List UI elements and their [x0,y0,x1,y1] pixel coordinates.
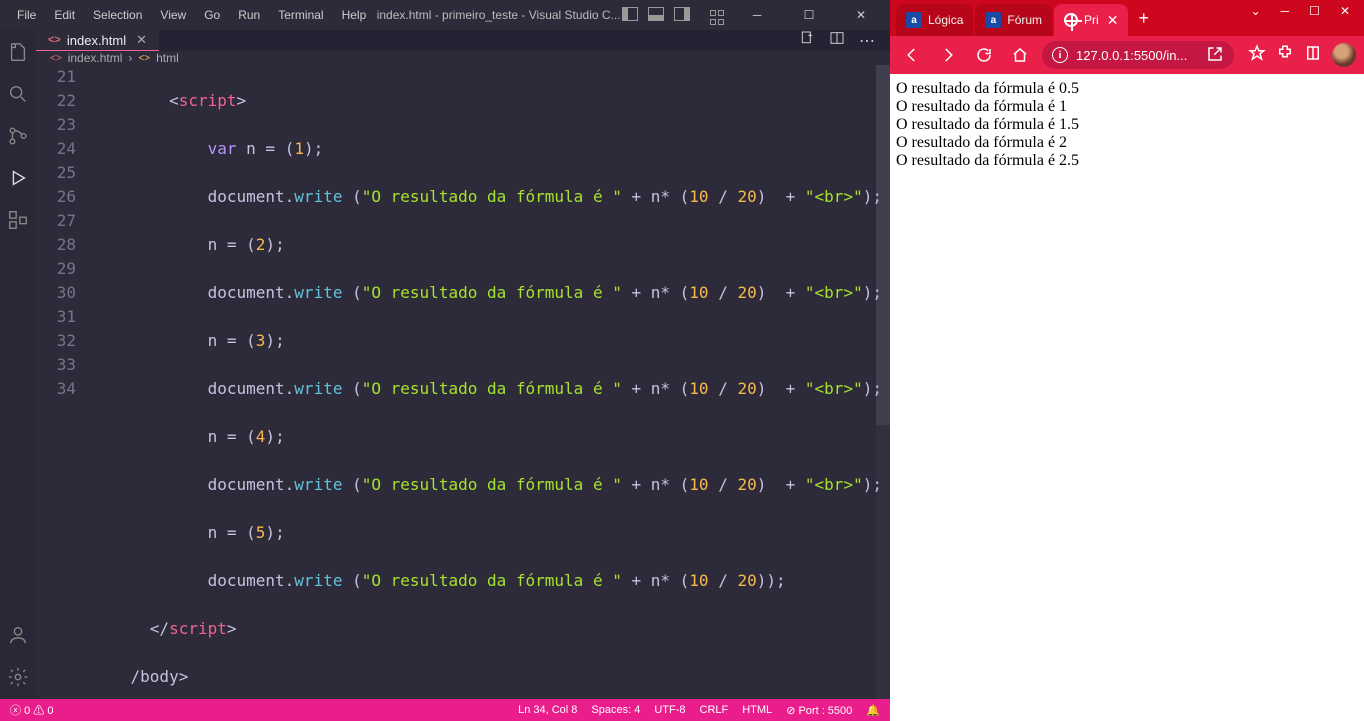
toolbar-right [1242,43,1356,67]
code-body[interactable]: <script> var n = (1); document.write ("O… [92,65,890,699]
menu-edit[interactable]: Edit [45,4,84,26]
tab-label: Pri [1084,13,1099,27]
search-icon[interactable] [6,82,30,106]
status-port[interactable]: ⊘ Port : 5500 [786,704,852,717]
site-info-icon[interactable]: i [1052,47,1068,63]
vscode-window: File Edit Selection View Go Run Terminal… [0,0,890,721]
status-encoding[interactable]: UTF-8 [654,704,685,716]
status-errors[interactable]: ⓧ 0 ⚠ 0 [10,702,53,718]
page-content: O resultado da fórmula é 0.5 O resultado… [890,74,1364,721]
url-text: 127.0.0.1:5500/in... [1076,48,1187,63]
reading-list-icon[interactable] [1304,44,1322,67]
symbol-icon: <> [138,53,150,64]
minimap-thumb[interactable] [876,65,890,425]
split-editor-icon[interactable] [829,30,845,51]
browser-tab-3[interactable]: Pri ✕ [1054,4,1128,36]
tab-label: Lógica [928,13,963,27]
chevron-down-icon[interactable]: ⌄ [1251,4,1261,18]
back-button[interactable] [898,41,926,69]
browser-tab-1[interactable]: a Lógica [896,4,973,36]
menu-view[interactable]: View [151,4,195,26]
address-bar[interactable]: i 127.0.0.1:5500/in... [1042,41,1234,69]
new-file-icon[interactable] [799,30,815,51]
accounts-icon[interactable] [6,623,30,647]
minimize-button[interactable]: ─ [1281,4,1290,18]
new-tab-button[interactable]: + [1128,8,1159,29]
browser-window: a Lógica a Fórum Pri ✕ + ⌄ ─ ☐ ✕ i 127.0… [890,0,1364,721]
output-line: O resultado da fórmula é 2.5 [896,152,1358,170]
editor-group: <> index.html ✕ ⋯ <> index.html › <> htm… [36,30,890,699]
reload-button[interactable] [970,41,998,69]
maximize-button[interactable]: ☐ [788,1,830,29]
extensions-icon[interactable] [1276,44,1294,67]
close-button[interactable]: ✕ [1340,4,1350,18]
browser-tab-strip: a Lógica a Fórum Pri ✕ + ⌄ ─ ☐ ✕ [890,0,1364,36]
explorer-icon[interactable] [6,40,30,64]
browser-tab-2[interactable]: a Fórum [975,4,1052,36]
breadcrumb-symbol: html [156,51,179,65]
favicon-a-icon: a [906,12,922,28]
output-line: O resultado da fórmula é 0.5 [896,80,1358,98]
status-ln-col[interactable]: Ln 34, Col 8 [518,704,577,716]
favicon-globe-icon [1064,13,1078,27]
layout-left-icon[interactable] [622,7,638,24]
tab-close-icon[interactable]: ✕ [1107,12,1119,29]
layout-right-icon[interactable] [674,7,690,24]
maximize-button[interactable]: ☐ [1309,4,1320,18]
editor-tab-row: <> index.html ✕ ⋯ [36,30,890,51]
output-line: O resultado da fórmula é 1.5 [896,116,1358,134]
window-title: index.html - primeiro_teste - Visual Stu… [375,8,622,22]
browser-toolbar: i 127.0.0.1:5500/in... [890,36,1364,74]
menu-go[interactable]: Go [195,4,229,26]
editor-tab-index[interactable]: <> index.html ✕ [36,30,159,51]
favicon-a-icon: a [985,12,1001,28]
html-file-icon: <> [50,53,62,64]
breadcrumb-file: index.html [68,51,123,65]
status-bell-icon[interactable]: 🔔 [866,704,880,717]
window-controls: ⌄ ─ ☐ ✕ [1251,0,1364,18]
title-bar: File Edit Selection View Go Run Terminal… [0,0,890,30]
titlebar-icons: ─ ☐ ✕ [622,1,890,29]
tab-label: index.html [67,33,126,48]
status-eol[interactable]: CRLF [700,704,729,716]
bookmark-star-icon[interactable] [1248,44,1266,67]
breadcrumb[interactable]: <> index.html › <> html [36,51,890,65]
share-icon[interactable] [1206,45,1224,66]
code-editor[interactable]: 2122232425262728293031323334 <script> va… [36,65,890,699]
layout-grid-icon[interactable] [710,5,726,26]
settings-icon[interactable] [6,665,30,689]
tab-label: Fórum [1007,13,1042,27]
status-spaces[interactable]: Spaces: 4 [591,704,640,716]
menu-file[interactable]: File [8,4,45,26]
forward-button[interactable] [934,41,962,69]
menu-help[interactable]: Help [333,4,376,26]
profile-avatar[interactable] [1332,43,1356,67]
output-line: O resultado da fórmula é 2 [896,134,1358,152]
menu-terminal[interactable]: Terminal [269,4,332,26]
menu-run[interactable]: Run [229,4,269,26]
extensions-icon[interactable] [6,208,30,232]
home-button[interactable] [1006,41,1034,69]
minimap[interactable] [876,65,890,699]
close-button[interactable]: ✕ [840,1,882,29]
output-line: O resultado da fórmula é 1 [896,98,1358,116]
html-file-icon: <> [48,34,61,46]
menu-selection[interactable]: Selection [84,4,151,26]
menu-bar: File Edit Selection View Go Run Terminal… [0,4,375,26]
minimize-button[interactable]: ─ [736,1,778,29]
source-control-icon[interactable] [6,124,30,148]
layout-bottom-icon[interactable] [648,7,664,24]
line-gutter: 2122232425262728293031323334 [36,65,92,699]
more-actions-icon[interactable]: ⋯ [859,31,876,51]
activity-bar [0,30,36,699]
debug-icon[interactable] [6,166,30,190]
status-language[interactable]: HTML [742,704,772,716]
status-bar: ⓧ 0 ⚠ 0 Ln 34, Col 8 Spaces: 4 UTF-8 CRL… [0,699,890,721]
editor-tab-actions: ⋯ [799,30,890,51]
tab-close-icon[interactable]: ✕ [136,32,147,48]
chevron-right-icon: › [128,51,132,65]
main-row: <> index.html ✕ ⋯ <> index.html › <> htm… [0,30,890,699]
